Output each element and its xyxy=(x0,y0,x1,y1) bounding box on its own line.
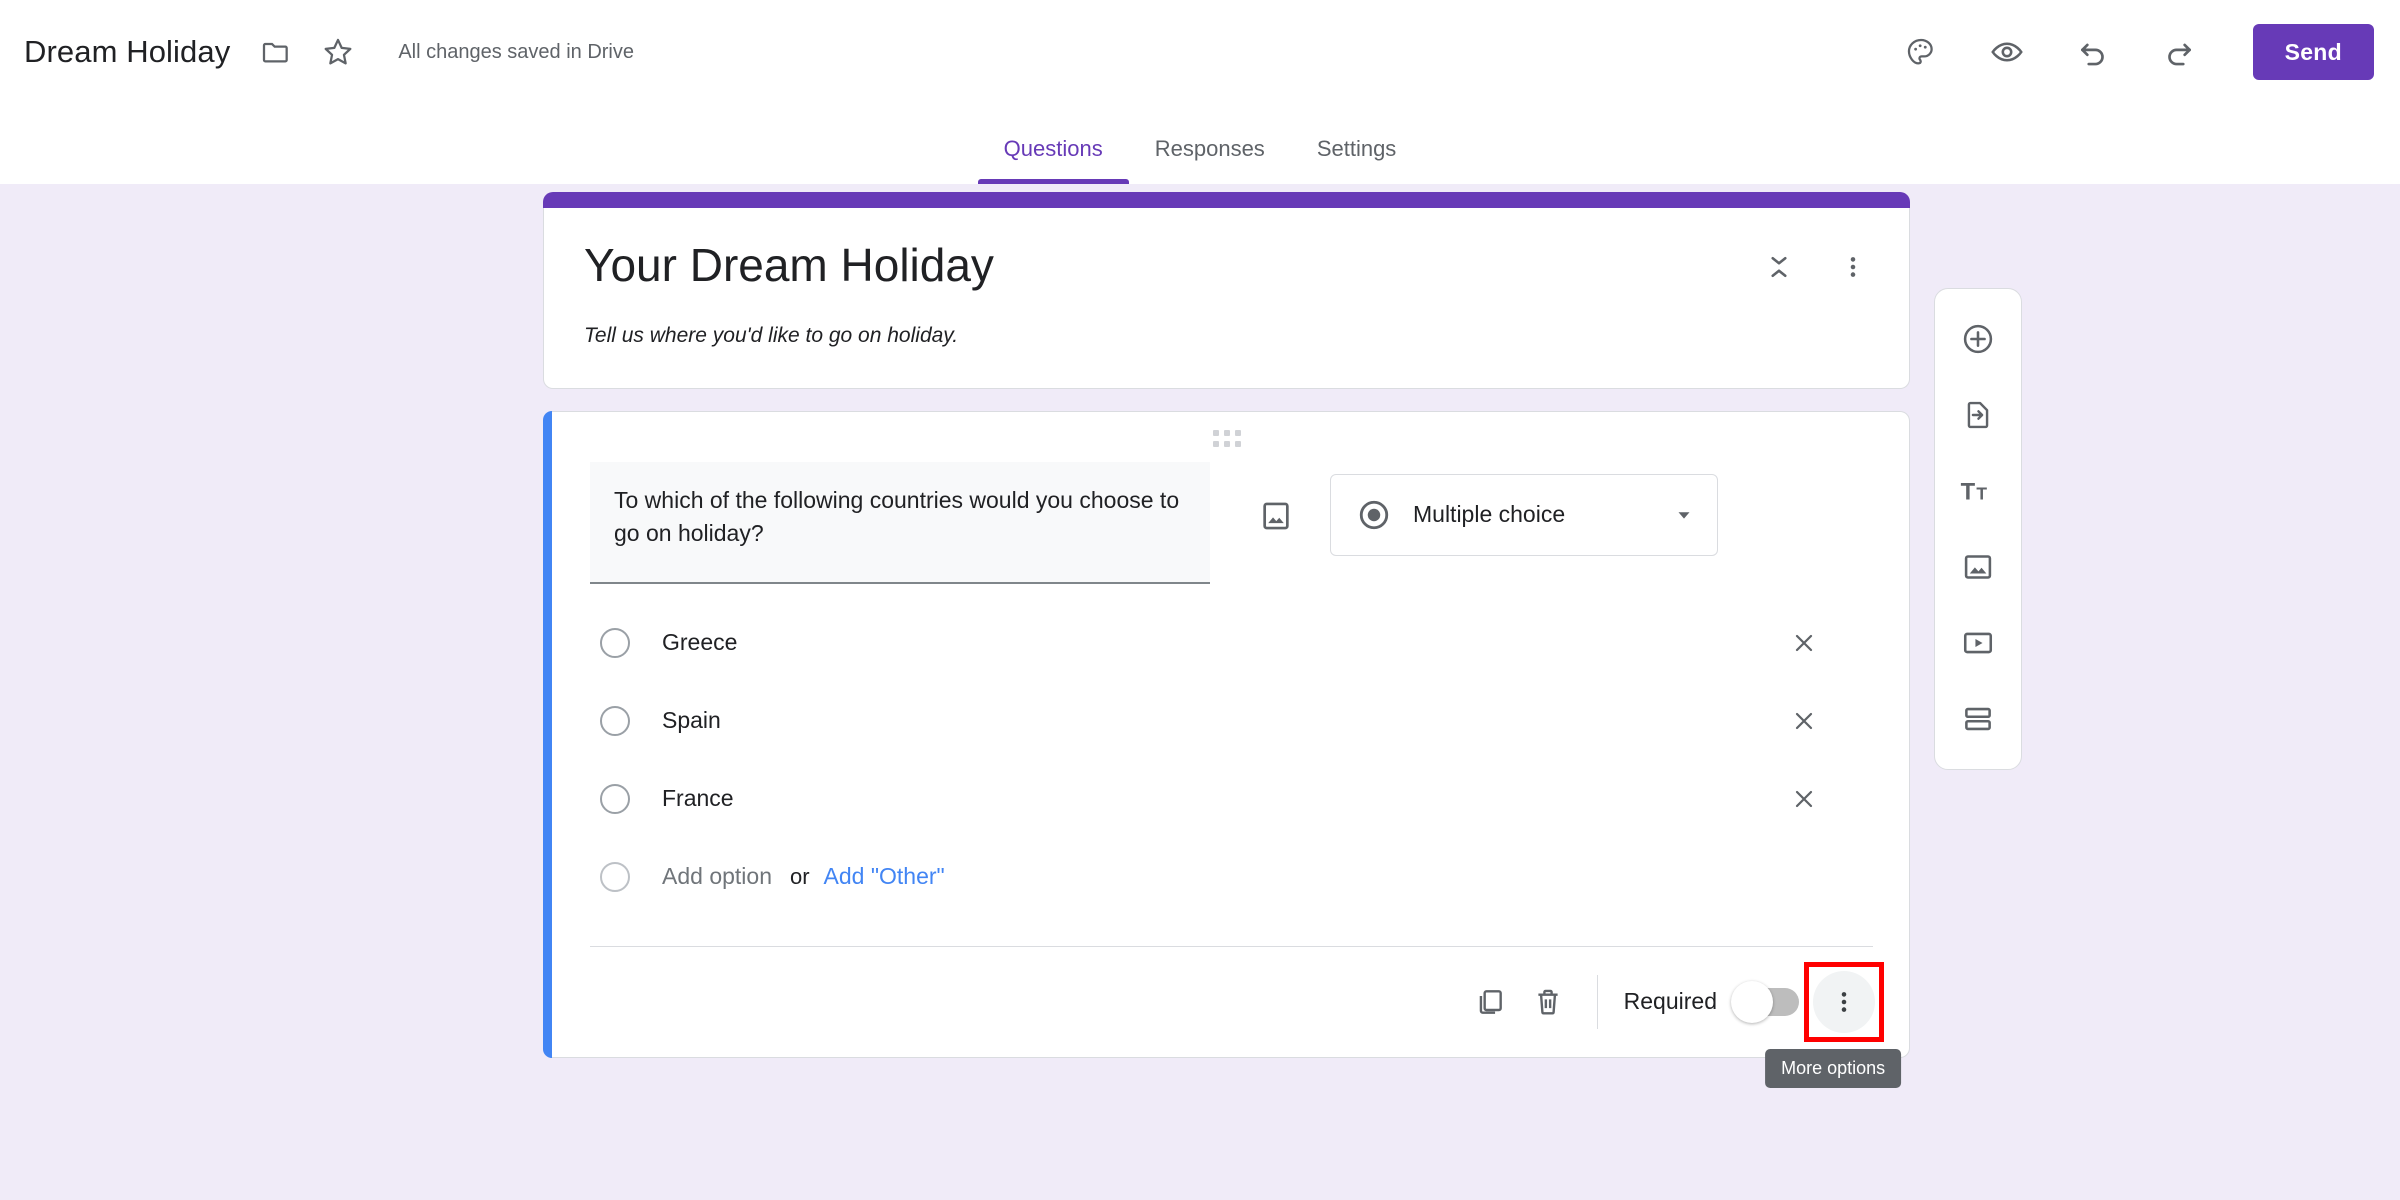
option-label[interactable]: Spain xyxy=(662,707,1777,734)
page-title[interactable]: Your Dream Holiday xyxy=(584,239,1869,292)
remove-option-icon[interactable] xyxy=(1777,616,1831,670)
question-type-label: Multiple choice xyxy=(1413,501,1566,528)
question-card[interactable]: To which of the following countries woul… xyxy=(543,410,1910,1088)
send-button[interactable]: Send xyxy=(2252,24,2374,80)
drag-handle[interactable] xyxy=(544,429,1909,447)
svg-text:T: T xyxy=(1961,479,1976,506)
remove-option-icon[interactable] xyxy=(1777,694,1831,748)
tab-responses[interactable]: Responses xyxy=(1129,136,1291,184)
or-label: or xyxy=(789,863,810,889)
required-toggle[interactable] xyxy=(1731,980,1799,1023)
question-type-select[interactable]: Multiple choice xyxy=(1330,473,1718,556)
form-column: Your Dream Holiday Tell us where you'd l… xyxy=(543,184,1910,1088)
star-icon[interactable] xyxy=(310,24,366,80)
folder-icon[interactable] xyxy=(248,24,304,80)
form-description[interactable]: Tell us where you'd like to go on holida… xyxy=(584,324,1869,348)
toggle-knob xyxy=(1731,980,1773,1023)
radio-unselected-icon xyxy=(600,627,630,658)
eye-icon[interactable] xyxy=(1979,24,2035,80)
undo-icon[interactable] xyxy=(2065,24,2121,80)
option-row[interactable]: Greece xyxy=(590,604,1873,682)
option-label[interactable]: France xyxy=(662,785,1777,812)
svg-text:T: T xyxy=(1976,484,1987,504)
radio-unselected-icon xyxy=(600,783,630,814)
form-canvas: Your Dream Holiday Tell us where you'd l… xyxy=(0,184,2400,1200)
remove-option-icon[interactable] xyxy=(1777,772,1831,826)
add-option-label[interactable]: Add option xyxy=(662,863,772,890)
more-options-button[interactable] xyxy=(1813,970,1875,1033)
collapse-icon[interactable] xyxy=(1753,241,1805,293)
document-title[interactable]: Dream Holiday xyxy=(24,34,230,70)
tab-questions[interactable]: Questions xyxy=(977,136,1129,184)
option-row[interactable]: Spain xyxy=(590,682,1873,760)
add-title-description-button[interactable]: T T xyxy=(1944,457,2012,525)
tab-settings[interactable]: Settings xyxy=(1291,136,1423,184)
top-bar-actions: Send xyxy=(1893,0,2374,104)
chevron-down-icon xyxy=(1673,504,1695,526)
radio-placeholder-icon xyxy=(600,861,630,892)
palette-icon[interactable] xyxy=(1893,24,1949,80)
question-text-input[interactable]: To which of the following countries woul… xyxy=(590,461,1210,584)
more-options-wrapper: More options xyxy=(1765,961,1902,1088)
import-questions-button[interactable] xyxy=(1944,381,2012,449)
more-options-tooltip: More options xyxy=(1765,1048,1902,1088)
footer-separator xyxy=(1596,974,1598,1029)
add-option-row[interactable]: Add option or Add "Other" xyxy=(590,838,1873,916)
image-icon[interactable] xyxy=(1244,484,1308,548)
trash-icon[interactable] xyxy=(1519,973,1577,1031)
required-label: Required xyxy=(1623,988,1717,1015)
option-label[interactable]: Greece xyxy=(662,629,1777,656)
add-other-button[interactable]: Add "Other" xyxy=(824,863,945,890)
radio-unselected-icon xyxy=(600,705,630,736)
add-section-button[interactable] xyxy=(1944,685,2012,753)
tab-bar: Questions Responses Settings xyxy=(0,104,2400,184)
side-toolbar: T T xyxy=(1934,288,2022,770)
options-list: Greece Spain France Add option or Add "O… xyxy=(544,584,1909,916)
radio-selected-icon xyxy=(1357,498,1391,532)
save-status: All changes saved in Drive xyxy=(398,40,634,63)
more-vert-icon[interactable] xyxy=(1827,241,1879,293)
add-image-button[interactable] xyxy=(1944,533,2012,601)
form-header-card[interactable]: Your Dream Holiday Tell us where you'd l… xyxy=(543,192,1910,389)
option-row[interactable]: France xyxy=(590,760,1873,838)
drag-dots-icon xyxy=(1212,429,1241,447)
question-footer: Required More options xyxy=(544,947,1909,1088)
duplicate-icon[interactable] xyxy=(1461,973,1519,1031)
add-video-button[interactable] xyxy=(1944,609,2012,677)
add-question-button[interactable] xyxy=(1944,305,2012,373)
redo-icon[interactable] xyxy=(2151,24,2207,80)
form-header-actions xyxy=(1753,241,1879,293)
